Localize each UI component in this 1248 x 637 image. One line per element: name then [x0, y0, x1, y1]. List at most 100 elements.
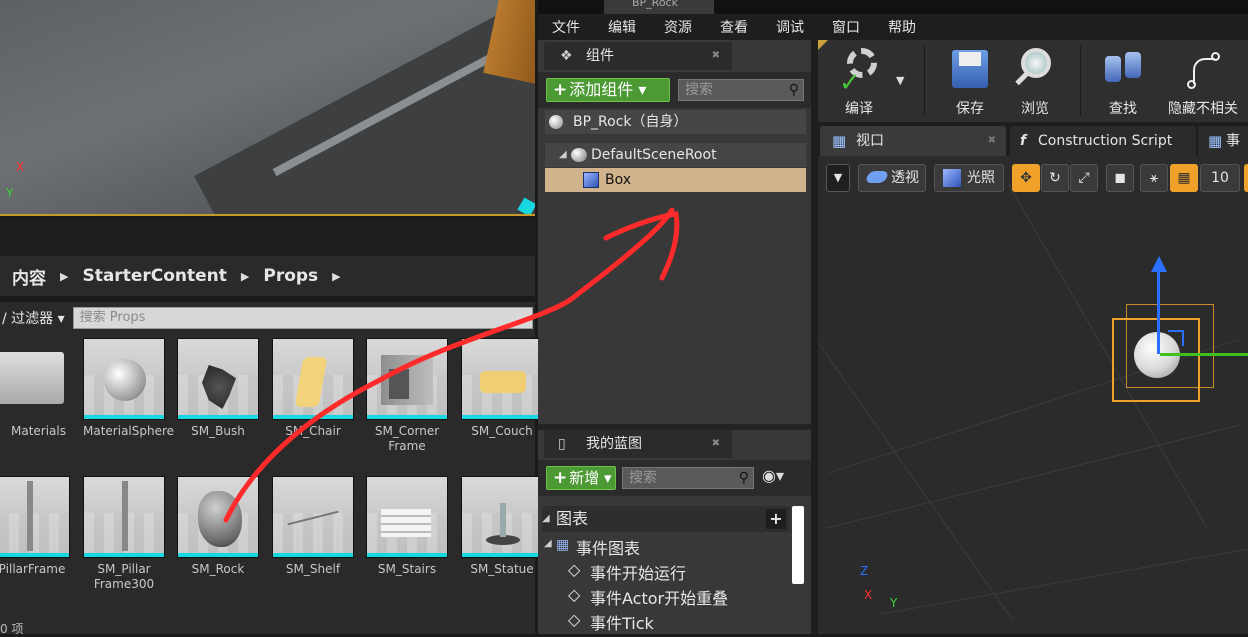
- item-count: 0 项: [0, 622, 24, 636]
- level-viewport[interactable]: X Y: [0, 0, 535, 216]
- asset-label: SM_Rock: [191, 562, 245, 576]
- event-diamond-icon: ◇: [568, 560, 581, 579]
- couch-icon: [480, 371, 526, 393]
- breadcrumb-props[interactable]: Props: [263, 266, 318, 286]
- gizmo-z-axis[interactable]: [1157, 264, 1160, 354]
- breadcrumb-content[interactable]: 内容: [12, 264, 46, 289]
- tab-my-blueprint[interactable]: ▯ 我的蓝图 ✖: [544, 430, 732, 458]
- grid-snap-button[interactable]: ▦: [1170, 164, 1198, 192]
- components-search-input[interactable]: 搜索 ⚲: [678, 79, 804, 101]
- menu-file[interactable]: 文件: [538, 17, 594, 37]
- scale-tool-button[interactable]: ⤢: [1070, 164, 1098, 192]
- asset-tile[interactable]: SM_Couch: [461, 338, 543, 439]
- hide-unrelated-icon: [1181, 46, 1225, 94]
- filter-label: 过滤器: [11, 311, 54, 327]
- world-local-button[interactable]: ◼: [1106, 164, 1134, 192]
- asset-tile[interactable]: SM_Shelf: [272, 476, 354, 577]
- add-component-button[interactable]: + 添加组件 ▾: [546, 78, 670, 102]
- menu-bar: 文件 编辑 资源 查看 调试 窗口 帮助: [538, 14, 1248, 40]
- chevron-right-icon: ▶: [240, 269, 250, 283]
- grid-size-select[interactable]: 10: [1200, 164, 1240, 192]
- save-icon: [948, 46, 992, 94]
- floor-ledge: [194, 0, 535, 216]
- expand-arrow-icon: ◢: [559, 149, 567, 160]
- menu-edit[interactable]: 编辑: [594, 17, 650, 37]
- menu-view[interactable]: 查看: [706, 17, 762, 37]
- tree-item-box[interactable]: Box: [545, 168, 806, 192]
- sphere-icon: [104, 359, 146, 401]
- asset-search-input[interactable]: 搜索 Props: [72, 307, 533, 329]
- filter-button[interactable]: / 过滤器 ▾: [2, 308, 65, 328]
- lit-button[interactable]: 光照: [934, 164, 1004, 192]
- axis-y-label: Y: [6, 186, 14, 200]
- tab-construction-script[interactable]: f Construction Script: [1010, 126, 1196, 156]
- asset-tile[interactable]: SM_Bush: [177, 338, 259, 439]
- components-panel: ❖ 组件 ✖ + 添加组件 ▾ 搜索 ⚲ BP_Rock（自身） ◢ Defaul…: [538, 40, 811, 424]
- chevron-right-icon: ▶: [332, 269, 341, 283]
- eye-icon[interactable]: ◉▾: [762, 466, 784, 485]
- menu-debug[interactable]: 调试: [762, 17, 818, 37]
- asset-label: _PillarFrame: [0, 562, 66, 576]
- gizmo-y-axis[interactable]: [1160, 353, 1248, 356]
- tab-event-graph[interactable]: ▦ 事: [1198, 126, 1248, 156]
- close-icon[interactable]: ✖: [988, 126, 996, 156]
- viewport-tabstrip: ▦ 视口 ✖ f Construction Script ▦ 事: [818, 122, 1248, 156]
- asset-tile[interactable]: SM_Statue: [461, 476, 543, 577]
- graphs-section[interactable]: ◢ 图表 +: [542, 506, 790, 532]
- chevron-right-icon: ▶: [60, 269, 69, 283]
- viewport-options-button[interactable]: ▼: [826, 164, 850, 192]
- close-icon[interactable]: ✖: [712, 42, 720, 70]
- editor-tab[interactable]: BP_Rock: [604, 0, 714, 14]
- event-graph-item[interactable]: ◢ ▦ 事件图表: [542, 535, 640, 559]
- browse-button[interactable]: 浏览: [1004, 44, 1066, 118]
- menu-help[interactable]: 帮助: [874, 17, 930, 37]
- tab-components[interactable]: ❖ 组件 ✖: [544, 42, 732, 70]
- find-button[interactable]: 查找: [1090, 44, 1156, 118]
- asset-tile[interactable]: _PillarFrame: [0, 476, 70, 577]
- asset-tile[interactable]: MaterialSphere: [83, 338, 174, 439]
- asset-label: SM_Chair: [285, 424, 341, 438]
- perspective-button[interactable]: 透视: [858, 164, 926, 192]
- menu-asset[interactable]: 资源: [650, 17, 706, 37]
- asset-tile[interactable]: SM_Stairs: [366, 476, 448, 577]
- grid-icon: ▦: [1177, 170, 1191, 186]
- asset-tile[interactable]: Materials: [0, 338, 66, 439]
- compile-button[interactable]: ✓ 编译: [824, 44, 894, 118]
- graph-icon: ▦: [1208, 132, 1223, 150]
- components-title: 组件: [586, 48, 614, 64]
- event-item[interactable]: ◇ 事件Actor开始重叠: [568, 585, 728, 609]
- close-icon[interactable]: ✖: [712, 430, 720, 458]
- blueprint-search-input[interactable]: 搜索 ⚲: [622, 467, 754, 489]
- column-splitter[interactable]: [811, 40, 818, 634]
- blueprint-viewport[interactable]: ▼ 透视 光照 ✥ ↻ ⤢ ◼ ⚹ ▦ 10 Z X Y: [818, 156, 1248, 634]
- asset-tile[interactable]: SM_Rock: [177, 476, 259, 577]
- asset-tile[interactable]: SM_Chair: [272, 338, 354, 439]
- filter-bar: / 过滤器 ▾ 搜索 Props: [0, 302, 535, 334]
- asset-tile[interactable]: SM_Corner Frame: [366, 338, 448, 454]
- axis-z-label: Z: [860, 564, 869, 578]
- menu-window[interactable]: 窗口: [818, 17, 874, 37]
- translate-tool-button[interactable]: ✥: [1012, 164, 1040, 192]
- rotation-snap-button[interactable]: [1244, 164, 1248, 192]
- event-item[interactable]: ◇ 事件开始运行: [568, 560, 686, 584]
- tab-viewport[interactable]: ▦ 视口 ✖: [820, 126, 1006, 156]
- expand-arrow-icon: ◢: [542, 513, 550, 524]
- hide-unrelated-button[interactable]: 隐藏不相关: [1162, 44, 1244, 118]
- breadcrumb-startercontent[interactable]: StarterContent: [82, 266, 226, 286]
- surface-snap-button[interactable]: ⚹: [1140, 164, 1168, 192]
- asset-thumbnail: [0, 476, 70, 558]
- compile-options-arrow[interactable]: ▼: [896, 74, 904, 87]
- scrollbar[interactable]: [792, 506, 804, 584]
- asset-thumbnail: [461, 476, 543, 558]
- tree-item-defaultsceneroot[interactable]: ◢ DefaultSceneRoot: [545, 143, 806, 167]
- blueprint-self-row[interactable]: BP_Rock（自身）: [545, 110, 806, 134]
- asset-tile[interactable]: SM_Pillar Frame300: [83, 476, 165, 592]
- add-graph-icon[interactable]: +: [766, 509, 786, 529]
- viewport-icon: ▦: [832, 132, 847, 150]
- asset-thumbnail: [177, 338, 259, 420]
- event-item[interactable]: ◇ 事件Tick: [568, 610, 654, 634]
- save-button[interactable]: 保存: [936, 44, 1004, 118]
- new-button[interactable]: + 新增 ▾: [546, 466, 616, 490]
- plus-icon: +: [553, 468, 568, 488]
- rotate-tool-button[interactable]: ↻: [1041, 164, 1069, 192]
